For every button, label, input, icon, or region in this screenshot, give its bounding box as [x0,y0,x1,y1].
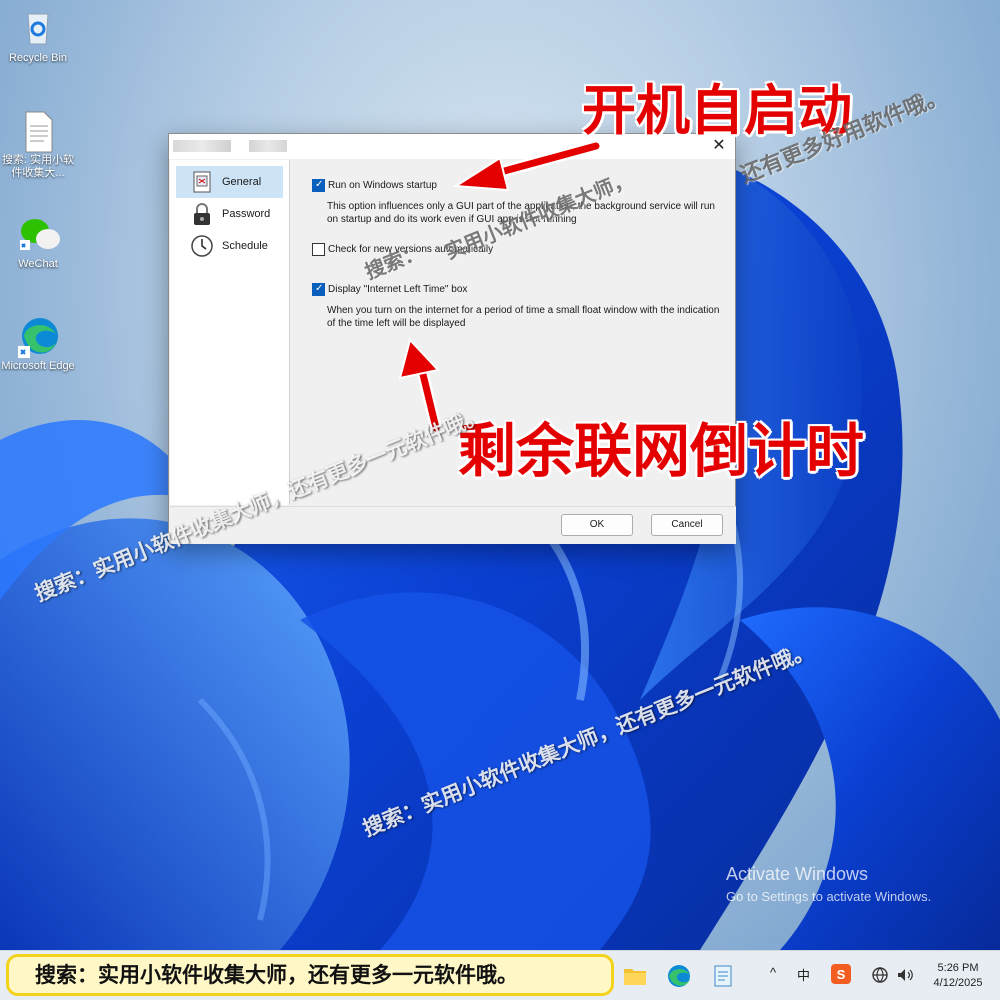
svg-text:S: S [837,967,846,982]
edge-taskbar-icon[interactable] [666,963,692,989]
activate-title: Activate Windows [726,864,869,884]
countdown-annotation: 剩余联网倒计时 [458,417,865,485]
taskbar: 搜索：实用小软件收集大师，还有更多一元软件哦。 ^ 中 S 5:26 PM 4/… [0,950,1000,1000]
activate-windows-watermark: Activate Windows Go to Settings to activ… [726,864,931,904]
show-hidden-icons-chevron[interactable]: ^ [770,965,776,980]
ime-indicator[interactable]: 中 [797,965,810,984]
volume-icon[interactable] [895,965,915,985]
notepad-icon[interactable] [710,963,736,989]
activate-subtitle: Go to Settings to activate Windows. [726,889,932,904]
clock-time: 5:26 PM [937,962,979,974]
sogou-input-icon[interactable]: S [830,963,852,985]
file-explorer-icon[interactable] [622,963,648,989]
clock-date: 4/12/2025 [933,977,983,989]
network-icon[interactable] [870,965,890,985]
promo-banner: 搜索：实用小软件收集大师，还有更多一元软件哦。 [6,954,614,996]
system-clock[interactable]: 5:26 PM 4/12/2025 [920,961,996,991]
